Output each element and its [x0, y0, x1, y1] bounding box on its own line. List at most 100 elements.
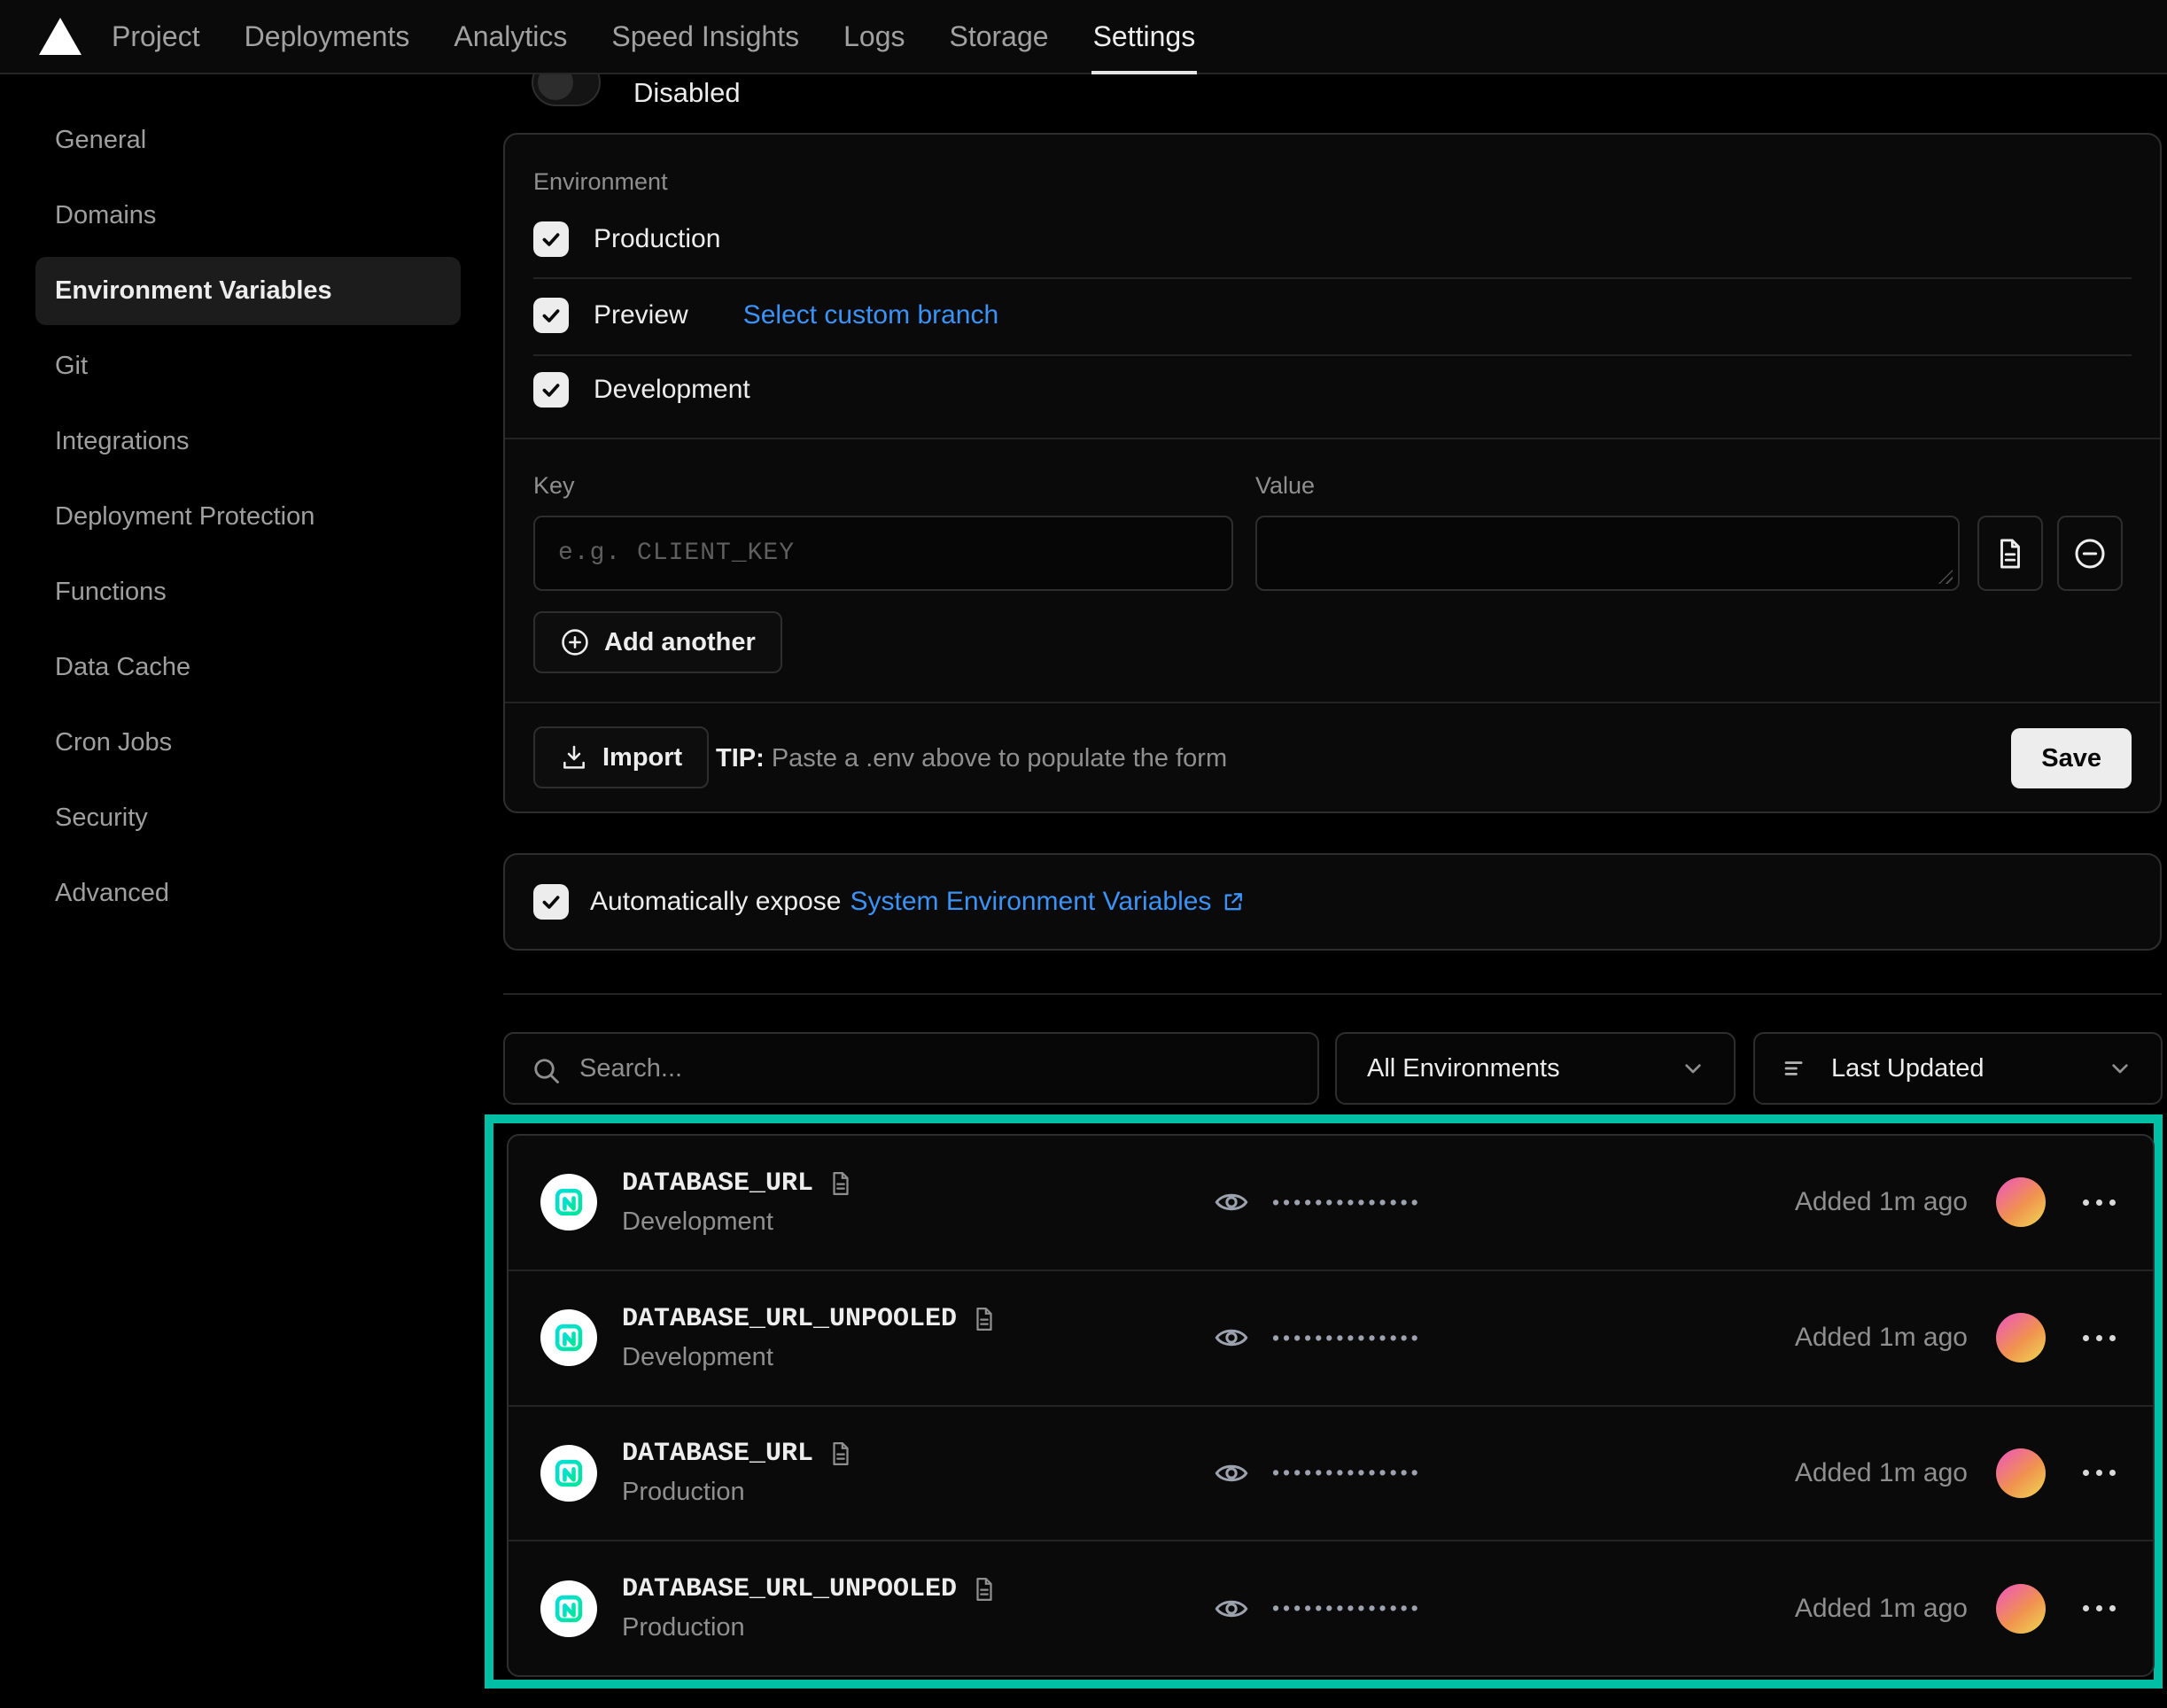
nav-tab-deployments[interactable]: Deployments [243, 0, 412, 73]
disabled-toggle[interactable] [532, 74, 601, 106]
section-divider [503, 993, 2162, 995]
production-checkbox-label: Production [594, 224, 720, 254]
system-env-prefix: Automatically expose [590, 887, 841, 917]
document-icon [1993, 537, 2027, 571]
user-avatar [1996, 1448, 2046, 1498]
sidebar-item-general[interactable]: General [35, 106, 461, 175]
sidebar-item-git[interactable]: Git [35, 332, 461, 400]
checkmark-icon [540, 304, 563, 327]
system-env-card: Automatically expose System Environment … [503, 853, 2162, 951]
sidebar-item-integrations[interactable]: Integrations [35, 408, 461, 476]
nav-tab-project[interactable]: Project [110, 0, 202, 73]
textarea-resize-handle[interactable] [1938, 570, 1953, 584]
env-var-name: DATABASE_URL_UNPOOLED [622, 1574, 957, 1604]
added-timestamp: Added 1m ago [1795, 1323, 1968, 1353]
divider [533, 277, 2132, 279]
system-env-checkbox[interactable] [533, 884, 569, 920]
sort-dropdown[interactable]: Last Updated [1753, 1032, 2163, 1105]
development-checkbox[interactable] [533, 372, 569, 408]
nav-tab-analytics[interactable]: Analytics [452, 0, 569, 73]
sidebar-item-data-cache[interactable]: Data Cache [35, 633, 461, 702]
user-avatar [1996, 1313, 2046, 1363]
toggle-knob [538, 74, 573, 100]
user-avatar [1996, 1584, 2046, 1634]
vercel-logo-icon[interactable] [39, 18, 82, 55]
nav-tab-settings[interactable]: Settings [1091, 0, 1198, 73]
environment-development-row: Development [533, 372, 750, 408]
env-var-row: DATABASE_URL_UNPOOLED Production •••••••… [509, 1540, 2153, 1675]
development-checkbox-label: Development [594, 375, 750, 405]
search-input[interactable] [579, 1034, 1300, 1103]
external-link-icon[interactable] [1220, 889, 1247, 915]
sidebar-item-domains[interactable]: Domains [35, 182, 461, 250]
sidebar-item-deployment-protection[interactable]: Deployment Protection [35, 483, 461, 551]
nav-tab-speed-insights[interactable]: Speed Insights [610, 0, 801, 73]
tip-rest: Paste a .env above to populate the form [765, 744, 1227, 772]
remove-row-button[interactable] [2057, 516, 2123, 591]
env-var-row: DATABASE_URL_UNPOOLED Development ••••••… [509, 1269, 2153, 1405]
env-var-list: DATABASE_URL Development •••••••••••••• … [507, 1134, 2155, 1677]
value-label: Value [1255, 472, 1315, 500]
import-button[interactable]: Import [533, 726, 709, 788]
divider [533, 354, 2132, 356]
note-icon[interactable] [971, 1306, 998, 1332]
checkmark-icon [540, 228, 563, 251]
checkmark-icon [540, 890, 563, 913]
sort-icon [1780, 1053, 1810, 1083]
eye-icon[interactable] [1214, 1184, 1249, 1220]
production-checkbox[interactable] [533, 221, 569, 257]
added-timestamp: Added 1m ago [1795, 1458, 1968, 1488]
row-menu-button[interactable] [2081, 1596, 2117, 1620]
user-avatar [1996, 1177, 2046, 1227]
eye-icon[interactable] [1214, 1456, 1249, 1491]
eye-icon[interactable] [1214, 1320, 1249, 1355]
search-box [503, 1032, 1319, 1105]
note-icon[interactable] [827, 1440, 854, 1467]
note-icon[interactable] [971, 1576, 998, 1603]
environment-section-label: Environment [533, 168, 668, 196]
import-label: Import [602, 743, 682, 772]
note-icon[interactable] [827, 1170, 854, 1197]
key-input[interactable] [533, 516, 1233, 591]
nav-tab-logs[interactable]: Logs [842, 0, 906, 73]
sidebar-item-cron-jobs[interactable]: Cron Jobs [35, 709, 461, 777]
env-var-name: DATABASE_URL_UNPOOLED [622, 1304, 957, 1334]
add-another-label: Add another [604, 628, 756, 657]
masked-value: •••••••••••••• [1272, 1326, 1422, 1350]
sidebar-item-functions[interactable]: Functions [35, 558, 461, 626]
neon-logo-icon [540, 1309, 597, 1366]
masked-value: •••••••••••••• [1272, 1461, 1422, 1485]
environment-production-row: Production [533, 221, 720, 257]
tip-bold: TIP: [716, 744, 765, 772]
paste-env-file-button[interactable] [1977, 516, 2043, 591]
system-env-link[interactable]: System Environment Variables [850, 887, 1211, 917]
env-var-name: DATABASE_URL [622, 1439, 813, 1469]
sidebar-item-environment-variables[interactable]: Environment Variables [35, 257, 461, 325]
select-custom-branch-link[interactable]: Select custom branch [743, 300, 998, 330]
add-another-button[interactable]: Add another [533, 611, 782, 673]
section-divider [505, 438, 2160, 439]
save-button[interactable]: Save [2011, 728, 2132, 788]
tip-text: TIP: Paste a .env above to populate the … [716, 744, 1227, 773]
sidebar-item-advanced[interactable]: Advanced [35, 859, 461, 928]
footer-divider [505, 702, 2160, 703]
minus-circle-icon [2072, 536, 2108, 571]
row-menu-button[interactable] [2081, 1326, 2117, 1350]
environment-filter-dropdown[interactable]: All Environments [1335, 1032, 1736, 1105]
eye-icon[interactable] [1214, 1591, 1249, 1626]
env-var-environment: Development [622, 1207, 854, 1237]
settings-sidebar: General Domains Environment Variables Gi… [0, 74, 503, 1708]
env-var-environment: Production [622, 1478, 854, 1507]
neon-logo-icon [540, 1174, 597, 1231]
row-menu-button[interactable] [2081, 1191, 2117, 1215]
value-input[interactable] [1255, 516, 1960, 591]
row-menu-button[interactable] [2081, 1461, 2117, 1485]
env-var-environment: Production [622, 1613, 998, 1642]
env-var-row: DATABASE_URL Development •••••••••••••• … [509, 1136, 2153, 1269]
nav-tab-storage[interactable]: Storage [947, 0, 1050, 73]
preview-checkbox[interactable] [533, 298, 569, 333]
sidebar-item-security[interactable]: Security [35, 784, 461, 852]
chevron-down-icon [2106, 1054, 2134, 1083]
chevron-down-icon [1679, 1054, 1707, 1083]
neon-logo-icon [540, 1445, 597, 1502]
